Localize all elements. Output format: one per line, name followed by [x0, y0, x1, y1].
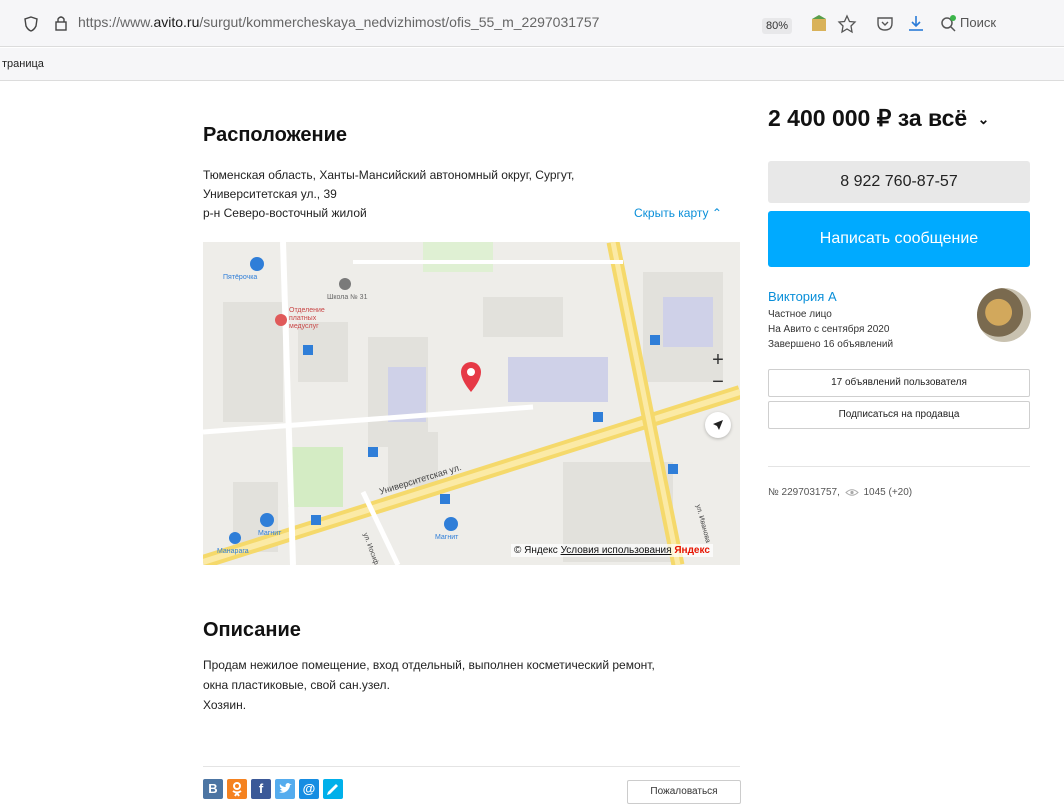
- search-icon[interactable]: [937, 13, 959, 35]
- pocket-icon[interactable]: [874, 13, 896, 35]
- location-title: Расположение: [203, 124, 348, 146]
- map-label-pyaterochka: Пятёрочка: [223, 274, 258, 281]
- price-selector[interactable]: 2 400 000 ₽ за всё ⌄: [768, 105, 989, 132]
- eye-icon: [844, 489, 859, 496]
- price: 2 400 000 ₽ за всё: [768, 105, 968, 131]
- chevron-down-icon: ⌄: [977, 111, 990, 128]
- description-line: Продам нежилое помещение, вход отдельный…: [203, 658, 655, 672]
- hide-map-link[interactable]: Скрыть карту ⌃: [634, 206, 722, 220]
- description-text: Продам нежилое помещение, вход отдельный…: [203, 655, 763, 715]
- divider: [203, 766, 740, 767]
- write-message-button[interactable]: Написать сообщение: [768, 211, 1030, 267]
- url-path: /surgut/kommercheskaya_nedvizhimost/ofis…: [199, 14, 600, 30]
- map-label-magnit-2: Магнит: [435, 534, 459, 541]
- url-field[interactable]: https://www.avito.ru/surgut/kommercheska…: [78, 14, 599, 30]
- report-button[interactable]: Пожаловаться: [627, 780, 741, 804]
- bookmarks-bar: траница: [0, 48, 1064, 81]
- phone-button[interactable]: 8 922 760-87-57: [768, 161, 1030, 203]
- browser-toolbar: https://www.avito.ru/surgut/kommercheska…: [0, 0, 1064, 47]
- ad-number: № 2297031757,: [768, 487, 840, 498]
- address-block: Тюменская область, Ханты-Мансийский авто…: [203, 166, 683, 223]
- lock-icon[interactable]: [54, 15, 68, 31]
- map-geolocate-button[interactable]: [705, 412, 731, 438]
- views-count: 1045 (+20): [863, 487, 913, 498]
- map-label-clinic: Отделение платных медуслуг: [289, 307, 325, 330]
- seller-meta: Частное лицо На Авито с сентября 2020 За…: [768, 307, 893, 352]
- map-zoom-in-button[interactable]: +: [706, 349, 730, 373]
- url-domain: avito.ru: [153, 14, 200, 30]
- map-label-manaraga: Манарага: [217, 548, 249, 555]
- description-title: Описание: [203, 619, 301, 641]
- shield-icon[interactable]: [24, 16, 38, 32]
- vk-icon[interactable]: В: [203, 779, 223, 799]
- seller-completed: Завершено 16 объявлений: [768, 339, 894, 350]
- share-buttons: В f @: [203, 779, 343, 799]
- ok-icon[interactable]: [227, 779, 247, 799]
- url-prefix: https://www.: [78, 14, 154, 30]
- description-line: окна пластиковые, свой сан.узел.: [203, 678, 390, 692]
- map-label-magnit-1: Магнит: [258, 530, 282, 537]
- extension-icon[interactable]: [808, 13, 830, 35]
- map-credit: © Яндекс Условия использования Яндекс: [511, 544, 713, 557]
- map-credit-prefix: © Яндекс: [514, 545, 558, 556]
- subscribe-button[interactable]: Подписаться на продавца: [768, 401, 1030, 429]
- divider: [768, 466, 1030, 467]
- map[interactable]: Пятёрочка Школа № 31 Отделение платных м…: [203, 242, 740, 565]
- location-arrow-icon: [713, 420, 723, 430]
- ad-stats: № 2297031757, 1045 (+20): [768, 487, 912, 498]
- star-icon[interactable]: [836, 13, 858, 35]
- map-canvas[interactable]: [203, 242, 740, 565]
- description-line: Хозяин.: [203, 698, 247, 712]
- user-ads-button[interactable]: 17 объявлений пользователя: [768, 369, 1030, 397]
- map-label-school: Школа № 31: [327, 294, 368, 301]
- avatar[interactable]: [977, 288, 1031, 342]
- livejournal-icon[interactable]: [323, 779, 343, 799]
- search-button[interactable]: Поиск: [960, 15, 996, 30]
- seller-since: На Авито с сентября 2020: [768, 324, 890, 335]
- seller-type: Частное лицо: [768, 309, 832, 320]
- seller-name-link[interactable]: Виктория А: [768, 289, 837, 304]
- facebook-icon[interactable]: f: [251, 779, 271, 799]
- twitter-icon[interactable]: [275, 779, 295, 799]
- address-district: р-н Северо-восточный жилой: [203, 206, 367, 220]
- bookmark-item[interactable]: траница: [2, 58, 44, 70]
- zoom-badge[interactable]: 80%: [762, 18, 793, 34]
- download-icon[interactable]: [905, 13, 927, 35]
- mail-icon[interactable]: @: [299, 779, 319, 799]
- map-zoom-out-button[interactable]: −: [706, 371, 730, 395]
- map-terms-link[interactable]: Условия использования: [561, 545, 672, 556]
- yandex-logo[interactable]: Яндекс: [674, 545, 710, 556]
- address-street: Университетская ул., 39: [203, 187, 337, 201]
- address-line: Тюменская область, Ханты-Мансийский авто…: [203, 168, 575, 182]
